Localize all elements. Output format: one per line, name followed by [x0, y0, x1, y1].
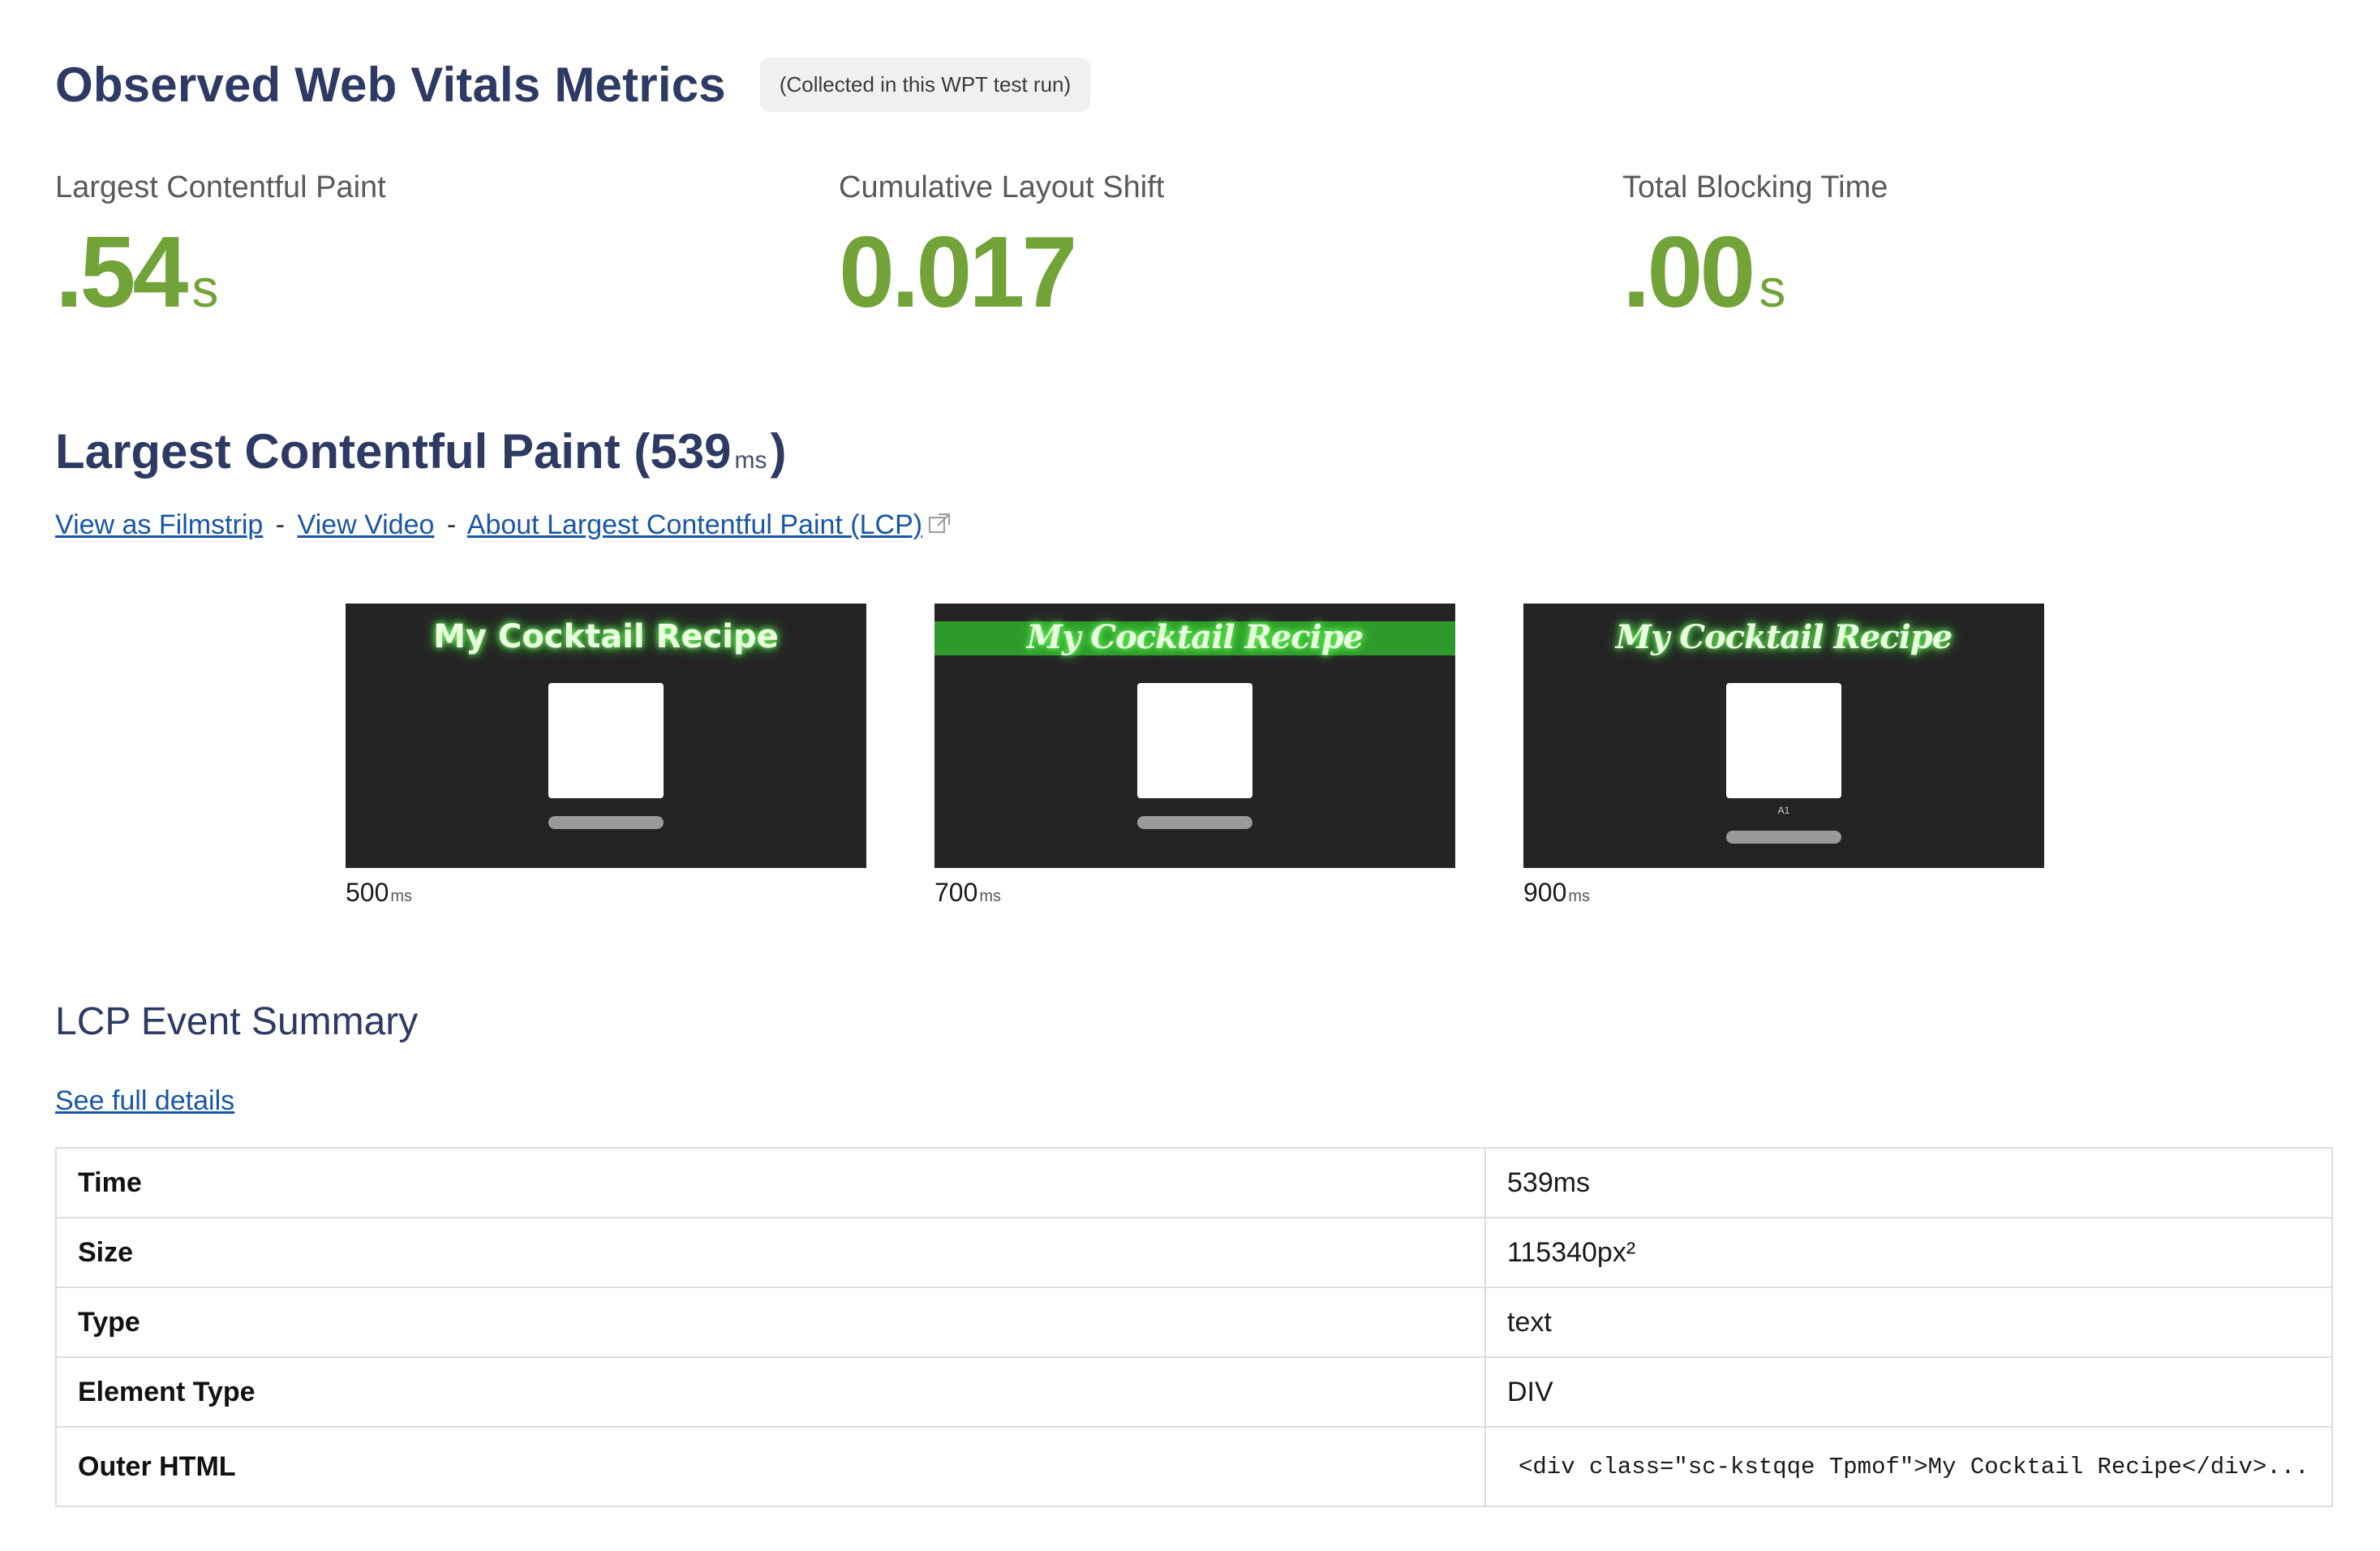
observed-metrics-header: Observed Web Vitals Metrics (Collected i…	[55, 57, 1091, 113]
frame-page-title: My Cocktail Recipe	[1026, 618, 1364, 656]
filmstrip-frame[interactable]: My Cocktail Recipe 500 ms	[346, 604, 866, 908]
table-row: Element Type DIV	[55, 1356, 2333, 1428]
lcp-title-suffix: )	[770, 424, 787, 479]
table-row: Outer HTML <div class="sc-kstqqe Tpmof">…	[55, 1426, 2333, 1507]
frame-pill	[548, 816, 664, 829]
frame-card-caption: A1	[1777, 805, 1790, 816]
lcp-summary-table: Time 539ms Size 115340px² Type text Elem…	[55, 1147, 2333, 1507]
frame-time: 500 ms	[346, 878, 866, 908]
page: Observed Web Vitals Metrics (Collected i…	[0, 0, 2380, 1551]
metric-label: Total Blocking Time	[1622, 170, 1888, 204]
frame-pill	[1137, 816, 1252, 829]
external-link-icon	[929, 513, 951, 533]
frame-time-value: 700	[934, 878, 978, 907]
table-row: Size 115340px²	[55, 1217, 2333, 1288]
metric-label: Cumulative Layout Shift	[839, 170, 1165, 204]
metric-cls: Cumulative Layout Shift 0.017	[839, 170, 1164, 330]
row-key: Time	[55, 1147, 1486, 1218]
metric-value: 0.017	[839, 217, 1077, 329]
see-full-details-link[interactable]: See full details	[55, 1085, 234, 1117]
metric-value: .54	[55, 217, 188, 329]
frame-time: 700 ms	[934, 878, 1455, 908]
frame-thumbnail: My Cocktail Recipe A1	[1523, 604, 2044, 868]
lcp-title-prefix: Largest Contentful Paint (	[55, 424, 651, 479]
about-lcp-link[interactable]: About Largest Contentful Paint (LCP)	[467, 509, 922, 540]
lcp-summary-title: LCP Event Summary	[55, 1000, 419, 1043]
metric-unit: s	[1759, 258, 1786, 318]
row-key: Size	[55, 1217, 1486, 1288]
frame-card	[548, 683, 664, 798]
frame-page-title: My Cocktail Recipe	[433, 618, 779, 655]
frame-pill	[1726, 831, 1841, 844]
link-separator: -	[446, 509, 457, 540]
row-value: 539ms	[1484, 1147, 2333, 1218]
frame-time-unit: ms	[1568, 887, 1591, 905]
filmstrip-frame[interactable]: My Cocktail Recipe 700 ms	[934, 604, 1455, 908]
frame-page-title: My Cocktail Recipe	[1615, 618, 1953, 656]
link-separator: -	[275, 509, 286, 540]
lcp-title-value: 539	[650, 424, 732, 479]
row-value: 115340px²	[1484, 1217, 2333, 1288]
row-value: text	[1484, 1287, 2333, 1358]
view-filmstrip-link[interactable]: View as Filmstrip	[55, 509, 263, 540]
about-lcp-link-label: About Largest Contentful Paint (LCP)	[466, 509, 923, 540]
filmstrip-frame[interactable]: My Cocktail Recipe A1 900 ms	[1523, 604, 2044, 908]
lcp-links: View as Filmstrip - View Video - About L…	[55, 509, 952, 541]
row-key: Element Type	[55, 1356, 1486, 1428]
frame-time: 900 ms	[1523, 878, 2044, 908]
lcp-title-unit: ms	[734, 447, 767, 474]
row-value: DIV	[1484, 1356, 2333, 1428]
metric-unit: s	[191, 258, 219, 318]
metric-tbt: Total Blocking Time .00 s	[1622, 170, 1888, 330]
frame-thumbnail: My Cocktail Recipe	[346, 604, 866, 868]
frame-time-value: 900	[1523, 878, 1567, 907]
frame-time-unit: ms	[390, 887, 413, 905]
table-row: Type text	[55, 1287, 2333, 1358]
view-video-link[interactable]: View Video	[298, 509, 435, 540]
frame-card	[1726, 683, 1841, 798]
frame-card	[1137, 683, 1252, 798]
frame-time-unit: ms	[979, 887, 1002, 905]
frame-thumbnail: My Cocktail Recipe	[934, 604, 1455, 868]
row-key: Outer HTML	[55, 1426, 1486, 1507]
page-title: Observed Web Vitals Metrics	[55, 58, 726, 112]
metric-value: .00	[1622, 217, 1755, 329]
table-row: Time 539ms	[55, 1147, 2333, 1218]
row-value-code: <div class="sc-kstqqe Tpmof">My Cocktail…	[1484, 1426, 2333, 1507]
lcp-section-title: Largest Contentful Paint (539 ms)	[55, 423, 786, 479]
metric-lcp: Largest Contentful Paint .54 s	[55, 170, 386, 330]
collection-note-badge: (Collected in this WPT test run)	[759, 58, 1091, 112]
frame-time-value: 500	[346, 878, 389, 907]
metrics-row: Largest Contentful Paint .54 s Cumulative…	[55, 170, 2375, 333]
row-key: Type	[55, 1287, 1486, 1358]
metric-label: Largest Contentful Paint	[55, 170, 386, 204]
